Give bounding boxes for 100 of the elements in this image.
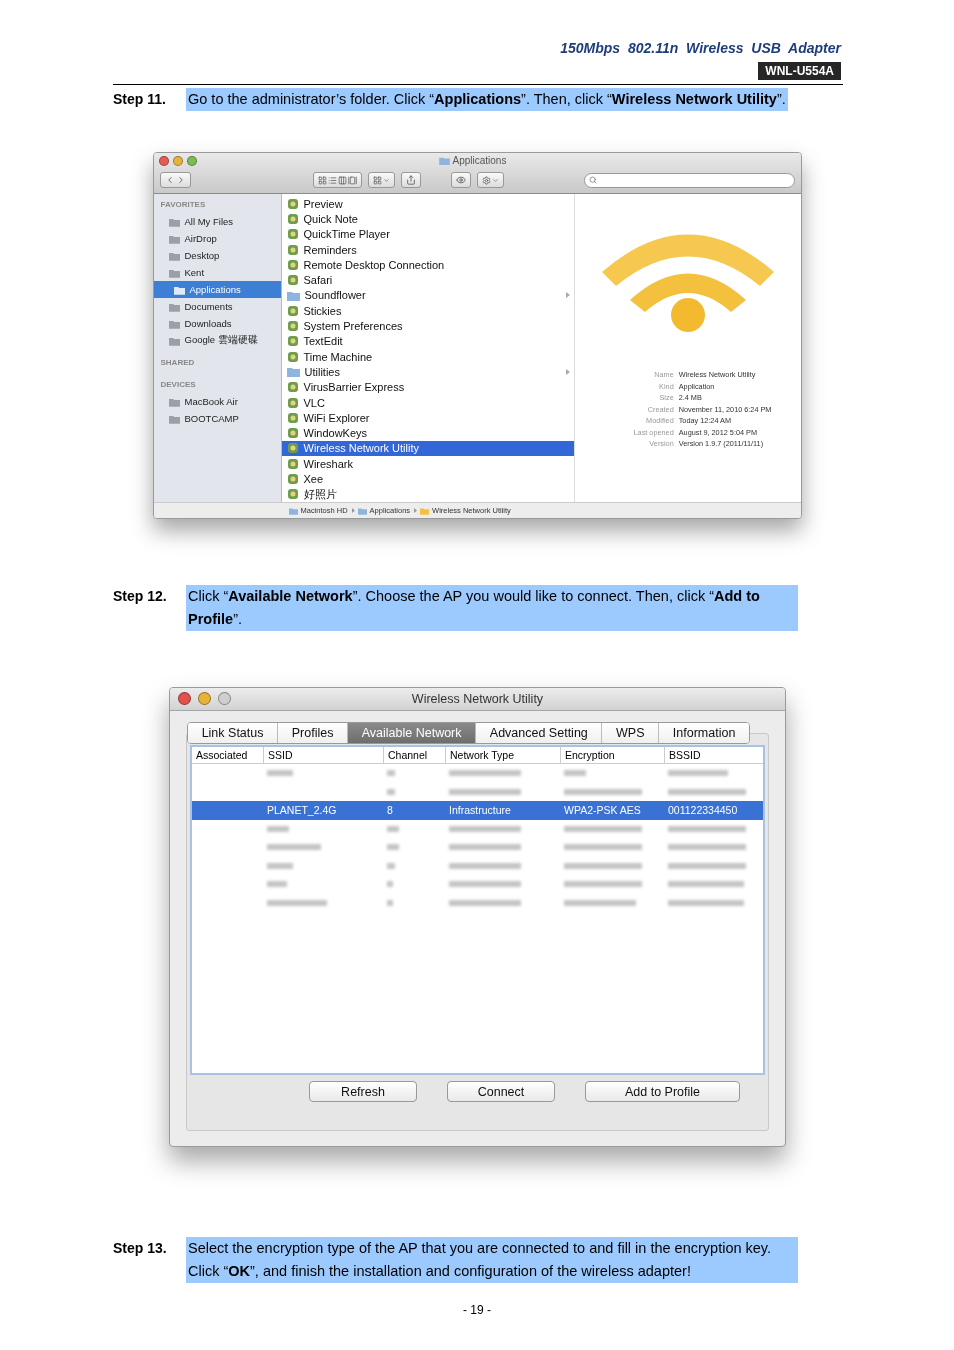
sidebar-item[interactable]: MacBook Air [153, 393, 281, 410]
blurred-text [449, 770, 521, 777]
file-row[interactable]: Soundflower [281, 287, 574, 304]
file-row[interactable]: Preview [281, 196, 574, 212]
minimize-button[interactable] [172, 156, 183, 166]
dialog-button[interactable]: Connect [447, 1081, 555, 1102]
dialog-button[interactable]: Add to Profile [585, 1081, 740, 1102]
column-header[interactable]: Associated [192, 747, 263, 763]
app-icon [286, 350, 299, 363]
close-button[interactable] [158, 156, 169, 166]
share-icon [405, 175, 416, 185]
search-field[interactable] [583, 172, 795, 188]
gear-icon [481, 175, 491, 185]
folder-icon [288, 506, 298, 515]
sidebar-item[interactable]: Kent [153, 264, 281, 281]
quick-look-button[interactable] [450, 172, 471, 188]
app-icon [286, 304, 299, 317]
file-row[interactable]: Wireless Network Utility [281, 440, 574, 457]
file-row[interactable]: Safari [281, 272, 574, 288]
app-icon [286, 335, 299, 348]
folder-icon [286, 289, 300, 301]
view-mode-button[interactable] [312, 172, 362, 188]
file-row[interactable]: Utilities [281, 364, 574, 380]
file-row[interactable]: System Preferences [281, 318, 574, 334]
zoom-button[interactable] [186, 156, 197, 166]
document-title: 150Mbps 802.11n Wireless USB Adapter [560, 40, 841, 56]
sidebar-item[interactable]: All My Files [153, 213, 281, 230]
gallery-icon [347, 175, 357, 185]
sidebar-item[interactable]: Desktop [153, 247, 281, 264]
sidebar-item[interactable]: Google 雲端硬碟 [153, 332, 281, 349]
folder-icon [168, 233, 180, 244]
file-row[interactable]: WindowKeys [281, 425, 574, 441]
separator-icon [351, 508, 355, 513]
file-row[interactable]: Xee [281, 471, 574, 487]
caret-icon [382, 176, 390, 184]
step-text: Click “Available Network”. Choose the AP you would like to connect. Then, click “Add to Profile”. [186, 585, 798, 631]
minimize-button[interactable] [198, 692, 211, 705]
file-row[interactable]: Reminders [281, 241, 574, 258]
folder-icon [173, 284, 185, 295]
app-icon [286, 488, 299, 501]
step-label: Step 12. [113, 587, 168, 606]
app-icon [286, 473, 299, 485]
tab[interactable]: Advanced Setting [475, 723, 602, 743]
column-header[interactable]: SSID [263, 747, 383, 763]
blurred-text [267, 899, 327, 906]
blurred-text [267, 862, 293, 869]
app-icon [286, 197, 299, 210]
sidebar-item[interactable]: Downloads [153, 315, 281, 332]
sidebar-item[interactable]: Documents [153, 298, 281, 315]
file-row[interactable]: Time Machine [281, 348, 574, 365]
close-button[interactable] [178, 692, 191, 705]
back-forward-button[interactable] [159, 172, 191, 188]
share-button[interactable] [400, 172, 421, 188]
column-header[interactable]: Encryption [560, 747, 664, 763]
folder-icon [357, 506, 367, 515]
file-row[interactable]: WiFi Explorer [281, 410, 574, 426]
sidebar-heading: FAVORITES [159, 199, 207, 211]
tab[interactable]: WPS [601, 723, 659, 743]
folder-icon [168, 396, 180, 407]
sidebar-item[interactable]: Applications [153, 281, 281, 298]
file-row[interactable]: Wireshark [281, 456, 574, 472]
file-row[interactable]: Quick Note [281, 211, 574, 227]
tab[interactable]: Available Network [347, 723, 476, 743]
column-header[interactable]: Channel [383, 747, 445, 763]
tab[interactable]: Link Status [188, 723, 278, 743]
table-cell-text: Infrastructure [448, 804, 512, 817]
blurred-text [387, 844, 399, 851]
column-header[interactable]: Network Type [445, 747, 560, 763]
table-cell-text: WPA2-PSK AES [563, 804, 642, 817]
folder-icon [438, 156, 450, 165]
window-title: Wireless Network Utility [411, 692, 544, 706]
step-label: Step 13. [113, 1239, 168, 1258]
blurred-text [267, 770, 293, 777]
file-row[interactable]: VLC [281, 394, 574, 411]
column-header[interactable]: BSSID [664, 747, 763, 763]
file-row[interactable]: TextEdit [281, 333, 574, 349]
blurred-text [387, 881, 393, 888]
blurred-text [449, 788, 521, 795]
file-row[interactable]: Stickies [281, 303, 574, 319]
file-row[interactable]: VirusBarrier Express [281, 379, 574, 395]
action-button[interactable] [476, 172, 504, 188]
file-row[interactable]: Remote Desktop Connection [281, 257, 574, 273]
separator-icon [414, 508, 418, 513]
sidebar-item[interactable]: AirDrop [153, 230, 281, 247]
selected-row[interactable]: PLANET_2.4G 8 Infrastructure WPA2-PSK AES 001122334450 [192, 801, 763, 820]
arrange-button[interactable] [367, 172, 395, 188]
file-row[interactable]: 好照片 [281, 486, 574, 502]
grid-icon [317, 175, 327, 185]
file-row[interactable]: QuickTime Player [281, 226, 574, 242]
blurred-text [387, 899, 393, 906]
tab[interactable]: Profiles [277, 723, 348, 743]
disclosure-arrow-icon [565, 368, 570, 375]
zoom-button[interactable] [218, 692, 231, 705]
step-text: Select the encryption type of the AP that you are connected to and fill in the encryption key. Click “OK”, and finish the installation and configuration of the wireless adapter! [186, 1237, 798, 1283]
blurred-text [564, 899, 636, 906]
columns-icon [337, 175, 347, 185]
dialog-button[interactable]: Refresh [309, 1081, 417, 1102]
blurred-text [564, 770, 586, 777]
tab[interactable]: Information [658, 723, 749, 743]
sidebar-item[interactable]: BOOTCAMP [153, 410, 281, 427]
